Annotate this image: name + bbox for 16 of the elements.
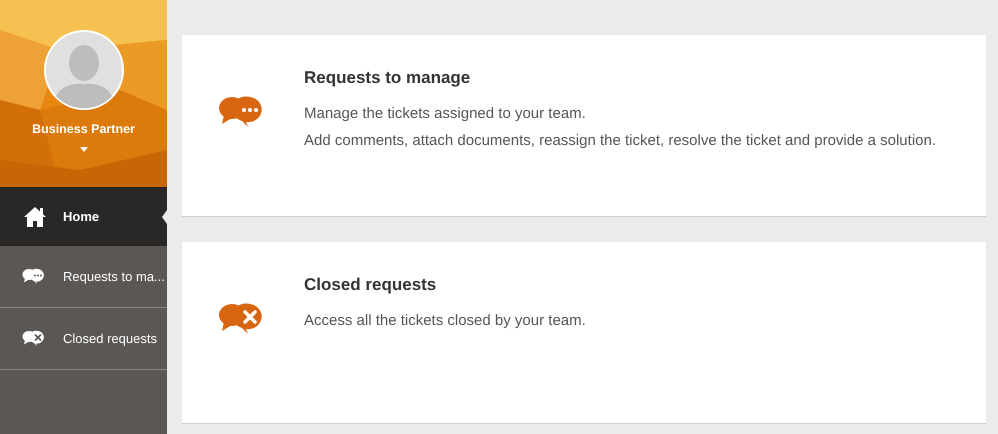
avatar-icon: [44, 30, 124, 110]
card[interactable]: Closed requests Access all the tickets closed by your team.: [182, 242, 986, 424]
card-description: Manage the tickets assigned to your team.: [304, 104, 587, 122]
card-title: Requests to manage: [304, 67, 472, 89]
speech-bubbles-icon: [22, 268, 47, 285]
nav-item[interactable]: Requests to ma...: [0, 246, 167, 308]
card[interactable]: Requests to manage Manage the tickets assigned to your team. Add comments, attach documents, reassign the ticket, resolve the ticket and provide a solution.: [182, 35, 986, 217]
nav-item[interactable]: Closed requests: [0, 308, 167, 370]
card-description: Add comments, attach documents, reassign the ticket, resolve the ticket and provide a solution.: [304, 130, 937, 150]
card-description: Access all the tickets closed by your team.: [304, 310, 587, 330]
home-icon: [22, 206, 46, 228]
nav-item[interactable]: Home: [0, 187, 167, 246]
selection-notch: [162, 210, 167, 224]
caret-icon[interactable]: [80, 146, 88, 152]
speech-bubbles-cross-icon: [22, 330, 47, 347]
card-title: Closed requests: [304, 274, 438, 296]
